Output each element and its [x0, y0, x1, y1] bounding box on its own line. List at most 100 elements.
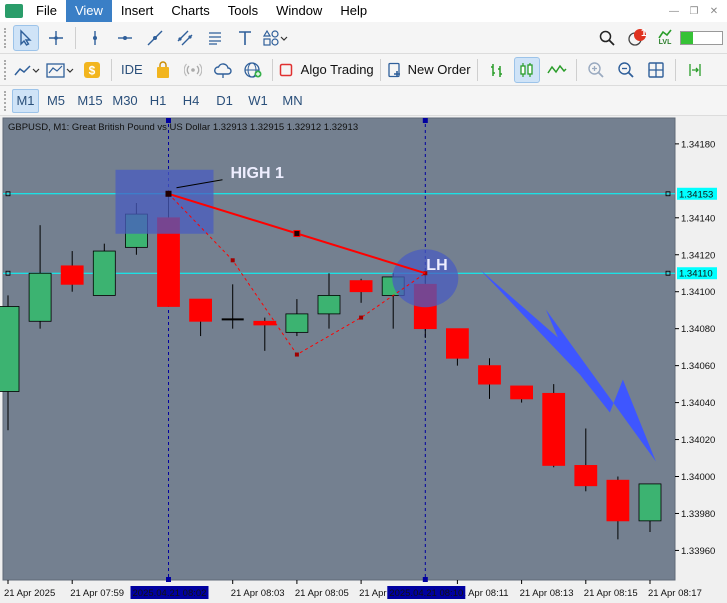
- timeframes-toolbar: M1 M5 M15 M30 H1 H4 D1 W1 MN: [0, 86, 727, 116]
- minimize-button[interactable]: —: [665, 3, 683, 19]
- high-zone-rectangle[interactable]: [115, 169, 214, 234]
- timeframe-m30[interactable]: M30: [109, 89, 141, 113]
- timeframe-h1[interactable]: H1: [143, 89, 173, 113]
- zoom-out-button[interactable]: [613, 57, 639, 83]
- fibonacci-tool-button[interactable]: [202, 25, 228, 51]
- crosshair-tool-button[interactable]: [43, 25, 69, 51]
- close-button[interactable]: ✕: [705, 3, 723, 19]
- restore-button[interactable]: ❐: [685, 3, 703, 19]
- ide-label: IDE: [121, 62, 143, 77]
- timeframe-m1[interactable]: M1: [12, 88, 39, 113]
- text-tool-button[interactable]: [232, 25, 258, 51]
- search-button[interactable]: [594, 25, 620, 51]
- community-button[interactable]: [240, 57, 266, 83]
- vertical-line-tool-button[interactable]: [82, 25, 108, 51]
- toolbar-separator: [111, 58, 112, 81]
- vertical-line-handle[interactable]: [422, 577, 428, 582]
- time-highlight-label: 2025.04.21 08:02: [133, 588, 207, 599]
- horizontal-line-tool-button[interactable]: [112, 25, 138, 51]
- terminal-window: File View Insert Charts Tools Window Hel…: [0, 0, 727, 603]
- candle-body: [28, 272, 52, 322]
- toolbar-grip[interactable]: [4, 27, 8, 48]
- timeframe-m5[interactable]: M5: [41, 89, 71, 113]
- vps-button[interactable]: [210, 57, 236, 83]
- candle-body: [285, 313, 309, 333]
- price-tick-label: 1.34120: [681, 250, 715, 261]
- timeframe-d1[interactable]: D1: [209, 89, 240, 113]
- candlestick-chart-button[interactable]: [513, 56, 540, 83]
- candlesticks-icon: [519, 62, 533, 77]
- vertical-line-handle[interactable]: [422, 118, 428, 123]
- candle-body: [189, 298, 213, 322]
- trendline-handle[interactable]: [165, 190, 172, 197]
- new-order-label: New Order: [407, 62, 471, 77]
- shapes-tool-button[interactable]: [262, 25, 288, 51]
- cursor-tool-button[interactable]: [13, 24, 39, 51]
- algo-trading-button[interactable]: Algo Trading: [279, 57, 374, 83]
- tile-windows-button[interactable]: [643, 57, 669, 83]
- ide-button[interactable]: IDE: [118, 57, 146, 83]
- line-chart-button[interactable]: [544, 57, 570, 83]
- toolbar-separator: [75, 26, 76, 49]
- trendline-tool-button[interactable]: [142, 25, 168, 51]
- crosshair-icon: [49, 30, 63, 45]
- annotation-high-1[interactable]: HIGH 1: [231, 165, 284, 182]
- toolbar-separator: [575, 58, 577, 81]
- shop-button[interactable]: [150, 57, 176, 83]
- zigzag-node[interactable]: [359, 315, 364, 320]
- menu-insert[interactable]: Insert: [112, 0, 163, 22]
- menu-file[interactable]: File: [27, 0, 66, 22]
- toolbar-grip[interactable]: [4, 90, 8, 111]
- time-tick-label: 21 Apr 08:05: [295, 588, 349, 599]
- menu-tools[interactable]: Tools: [219, 0, 267, 22]
- vertical-line-icon: [93, 30, 97, 45]
- zigzag-node[interactable]: [230, 258, 235, 263]
- price-tick-label: 1.34000: [681, 472, 715, 483]
- autoscroll-button[interactable]: [682, 57, 708, 83]
- indicators-icon: [46, 62, 74, 78]
- notifications-button[interactable]: 1: [624, 25, 650, 51]
- timeframe-m15[interactable]: M15: [73, 89, 107, 113]
- price-level-label: 1.34153: [679, 189, 713, 200]
- market-button[interactable]: $: [79, 57, 105, 83]
- menu-charts[interactable]: Charts: [162, 0, 218, 22]
- time-tick-label: 21 Apr 07:59: [70, 588, 124, 599]
- line-chart-icon: [14, 64, 40, 75]
- timeframe-w1[interactable]: W1: [242, 89, 274, 113]
- cloud-icon: [213, 62, 232, 78]
- search-icon: [599, 30, 615, 46]
- price-tick-label: 1.34060: [681, 361, 715, 372]
- horizontal-line-icon: [118, 35, 132, 40]
- chart-type-button[interactable]: [13, 57, 41, 83]
- price-chart[interactable]: 1.34153 1.34110 HIGH 1 LH 1.34180 1.34140 1.…: [0, 116, 727, 603]
- timeframe-h4[interactable]: H4: [175, 89, 207, 113]
- notification-count: 1: [641, 27, 647, 39]
- zigzag-node[interactable]: [294, 352, 299, 357]
- dollar-icon: $: [84, 61, 100, 78]
- bar-chart-button[interactable]: [484, 57, 510, 83]
- menu-help[interactable]: Help: [331, 0, 376, 22]
- lower-high-ellipse[interactable]: [392, 249, 459, 308]
- timeframe-mn[interactable]: MN: [276, 89, 309, 113]
- menu-window[interactable]: Window: [267, 0, 331, 22]
- trendline-handle[interactable]: [293, 230, 301, 237]
- price-tick-label: 1.34080: [681, 324, 715, 335]
- toolbar-grip[interactable]: [4, 59, 8, 80]
- connection-bar-fill: [681, 31, 693, 44]
- new-order-button[interactable]: New Order: [387, 57, 471, 83]
- menu-view[interactable]: View: [65, 0, 112, 22]
- zoom-in-button[interactable]: [583, 57, 609, 83]
- time-highlight-label: 2025.04.21 08:10: [389, 588, 463, 599]
- chart-window[interactable]: 1.34153 1.34110 HIGH 1 LH 1.34180 1.34140 1.…: [0, 116, 727, 603]
- price-tick-label: 1.34100: [681, 287, 715, 298]
- indicators-button[interactable]: [45, 57, 75, 83]
- signal-level-indicator[interactable]: LVL: [654, 25, 676, 51]
- candle[interactable]: [92, 243, 116, 296]
- vertical-line-handle[interactable]: [166, 577, 171, 582]
- signals-button[interactable]: [180, 57, 206, 83]
- candle-body: [0, 306, 20, 392]
- algo-trading-label: Algo Trading: [300, 62, 374, 77]
- annotation-lh[interactable]: LH: [426, 257, 447, 274]
- equidistant-channel-button[interactable]: [172, 25, 198, 51]
- candle[interactable]: [542, 384, 566, 468]
